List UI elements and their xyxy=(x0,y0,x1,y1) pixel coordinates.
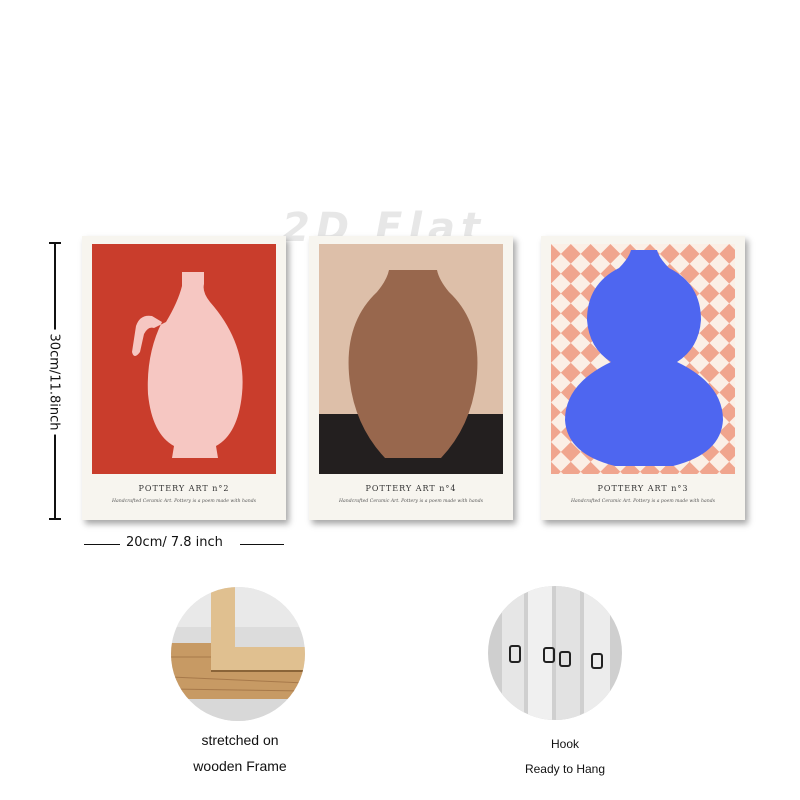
hook-icon xyxy=(488,586,622,720)
frame-caption-line1: stretched on xyxy=(201,732,279,748)
poster-subtitle: Handcrafted Ceramic Art. Pottery is a po… xyxy=(570,499,716,504)
wooden-frame-icon xyxy=(171,587,305,721)
width-marker-right-line xyxy=(240,544,284,545)
poster-pottery-art-4: POTTERY ART n°4 Handcrafted Ceramic Art.… xyxy=(309,236,513,520)
jug-vase-illustration xyxy=(92,244,276,474)
hook-photo xyxy=(488,586,622,720)
height-marker-bottom-tick xyxy=(49,518,61,520)
width-marker-left-line xyxy=(84,544,120,545)
hook-caption-line1: Hook xyxy=(550,737,579,751)
wooden-frame-photo xyxy=(171,587,305,721)
poster-title: POTTERY ART n°3 xyxy=(597,484,689,493)
width-label: 20cm/ 7.8 inch xyxy=(126,535,223,550)
height-label: 30cm/11.8inch xyxy=(46,329,62,435)
poster-title: POTTERY ART n°4 xyxy=(365,484,457,493)
frame-caption-line2: wooden Frame xyxy=(193,758,287,774)
poster-artwork xyxy=(551,244,735,474)
gourd-vase-illustration xyxy=(551,244,735,474)
round-vase-illustration xyxy=(319,244,503,474)
poster-pottery-art-2: POTTERY ART n°2 Handcrafted Ceramic Art.… xyxy=(82,236,286,520)
poster-subtitle: Handcrafted Ceramic Art. Pottery is a po… xyxy=(111,499,257,504)
hook-caption-line2: Ready to Hang xyxy=(524,762,606,776)
poster-artwork xyxy=(319,244,503,474)
poster-artwork xyxy=(92,244,276,474)
poster-title: POTTERY ART n°2 xyxy=(138,484,230,493)
poster-subtitle: Handcrafted Ceramic Art. Pottery is a po… xyxy=(338,499,484,504)
poster-pottery-art-3: POTTERY ART n°3 Handcrafted Ceramic Art.… xyxy=(541,236,745,520)
